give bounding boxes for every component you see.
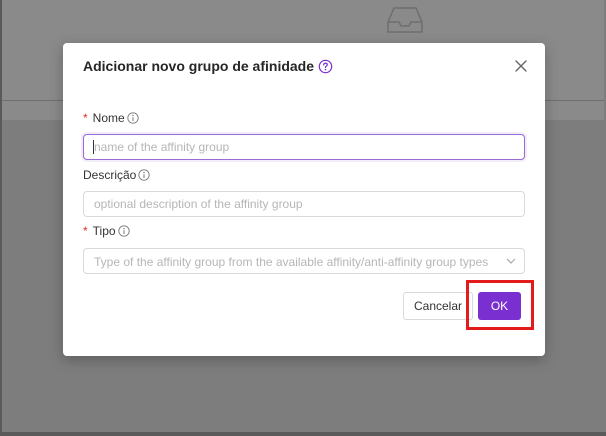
info-circle-icon[interactable] (138, 169, 151, 181)
chevron-down-icon (506, 258, 516, 264)
name-input[interactable] (83, 134, 525, 160)
question-circle-icon[interactable] (318, 59, 333, 74)
window-edge (0, 432, 606, 436)
empty-inbox-icon (387, 7, 423, 33)
type-label: Tipo (92, 224, 116, 238)
description-input[interactable] (83, 191, 525, 217)
type-field-label: * Tipo (83, 224, 130, 238)
text-cursor (93, 140, 94, 154)
info-circle-icon[interactable] (127, 112, 139, 124)
type-select-placeholder: Type of the affinity group from the avai… (94, 255, 489, 269)
type-select[interactable]: Type of the affinity group from the avai… (83, 248, 525, 274)
cancel-button[interactable]: Cancelar (403, 292, 473, 320)
info-circle-icon[interactable] (117, 225, 130, 237)
required-marker: * (83, 111, 88, 125)
ok-button[interactable]: OK (478, 292, 521, 320)
description-field-label: Descrição (83, 168, 151, 182)
window-edge (0, 0, 2, 436)
dialog-title-text: Adicionar novo grupo de afinidade (83, 58, 315, 74)
close-icon[interactable] (513, 58, 529, 74)
dialog-title: Adicionar novo grupo de afinidade (83, 58, 333, 74)
add-affinity-group-dialog: Adicionar novo grupo de afinidade * Nome… (63, 43, 545, 356)
description-label: Descrição (83, 168, 137, 182)
name-field-label: * Nome (83, 111, 139, 125)
name-label: Nome (92, 111, 125, 125)
required-marker: * (83, 224, 88, 238)
